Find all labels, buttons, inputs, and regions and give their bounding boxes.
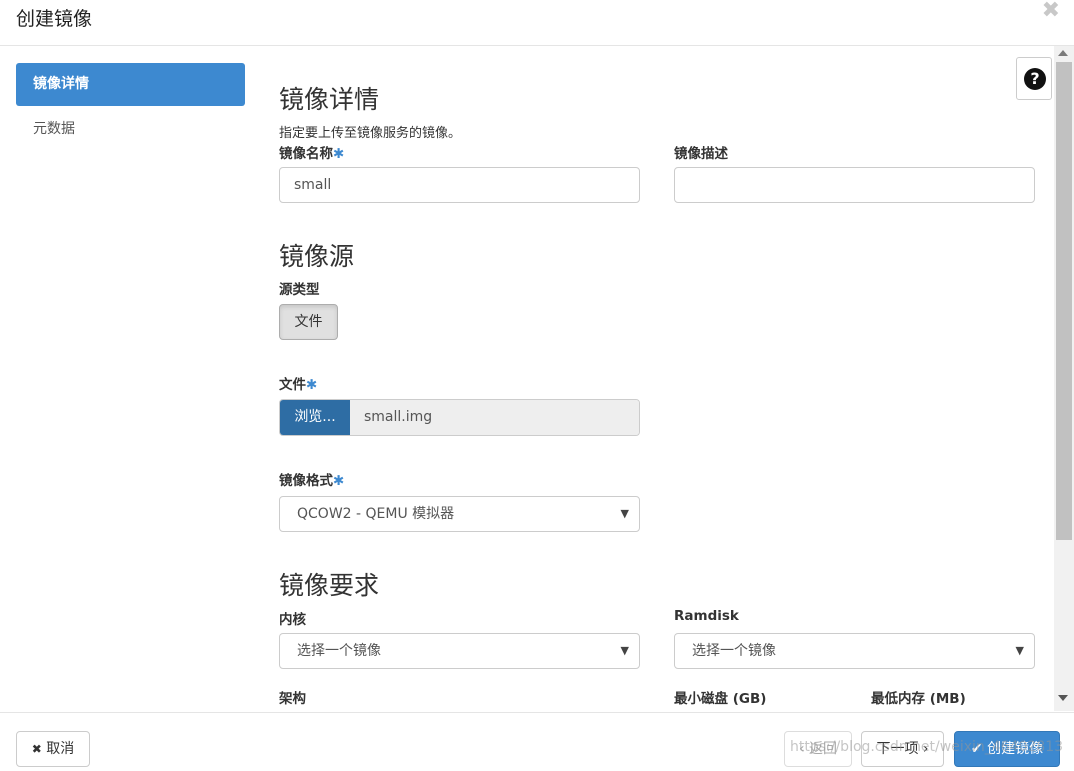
architecture-label: 架构 <box>279 691 306 707</box>
chevron-down-icon: ▼ <box>620 507 629 520</box>
image-format-select[interactable]: QCOW2 - QEMU 模拟器 ▼ <box>279 496 640 532</box>
back-button[interactable]: ‹ 返回 <box>784 731 852 767</box>
required-marker: ✱ <box>333 473 345 489</box>
check-icon: ✔ <box>970 741 983 757</box>
cancel-button[interactable]: ✖ 取消 <box>16 731 90 767</box>
image-format-label-text: 镜像格式 <box>279 473 333 489</box>
scroll-down-icon[interactable] <box>1058 695 1068 701</box>
section-title-details: 镜像详情 <box>279 85 380 114</box>
create-image-button[interactable]: ✔ 创建镜像 <box>954 731 1060 767</box>
image-desc-label: 镜像描述 <box>674 146 728 162</box>
image-name-label-text: 镜像名称 <box>279 146 333 162</box>
kernel-select[interactable]: 选择一个镜像 ▼ <box>279 633 640 669</box>
details-help-text: 指定要上传至镜像服务的镜像。 <box>279 126 462 141</box>
chevron-down-icon: ▼ <box>620 644 629 657</box>
file-name-field[interactable]: small.img <box>350 400 639 435</box>
min-ram-label: 最低内存 (MB) <box>871 691 966 707</box>
nav-item-metadata[interactable]: 元数据 <box>16 108 245 151</box>
kernel-label: 内核 <box>279 612 306 628</box>
chevron-down-icon: ▼ <box>1015 644 1024 657</box>
min-disk-label: 最小磁盘 (GB) <box>674 691 767 707</box>
ramdisk-value: 选择一个镜像 <box>692 643 776 659</box>
kernel-value: 选择一个镜像 <box>297 643 381 659</box>
close-icon[interactable]: ✖ <box>1042 0 1060 22</box>
source-type-label: 源类型 <box>279 282 320 298</box>
close-icon: ✖ <box>31 742 42 756</box>
image-format-value: QCOW2 - QEMU 模拟器 <box>297 506 455 522</box>
file-label: 文件✱ <box>279 373 317 393</box>
modal-header: 创建镜像 ✖ <box>0 0 1074 46</box>
modal-footer: ✖ 取消 ‹ 返回 下一项 › ✔ 创建镜像 <box>0 712 1074 771</box>
nav-item-image-details[interactable]: 镜像详情 <box>16 63 245 106</box>
cancel-label: 取消 <box>46 741 75 757</box>
scrollbar-thumb[interactable] <box>1056 62 1072 540</box>
image-name-label: 镜像名称✱ <box>279 142 344 162</box>
file-input-group: 浏览... small.img <box>279 399 640 436</box>
required-marker: ✱ <box>306 377 318 393</box>
create-image-label: 创建镜像 <box>987 741 1044 757</box>
image-format-label: 镜像格式✱ <box>279 469 344 489</box>
section-title-requirements: 镜像要求 <box>279 571 380 600</box>
scroll-up-icon[interactable] <box>1058 50 1068 56</box>
section-title-source: 镜像源 <box>279 242 355 271</box>
modal-title: 创建镜像 <box>16 8 93 30</box>
ramdisk-label: Ramdisk <box>674 608 739 624</box>
browse-button[interactable]: 浏览... <box>280 400 350 435</box>
required-marker: ✱ <box>333 146 345 162</box>
image-desc-input[interactable] <box>674 167 1035 203</box>
help-button[interactable]: ? <box>1016 57 1052 100</box>
file-label-text: 文件 <box>279 377 306 393</box>
source-type-file-button[interactable]: 文件 <box>279 304 338 340</box>
question-icon: ? <box>1024 68 1046 90</box>
image-name-input[interactable]: small <box>279 167 640 203</box>
next-button[interactable]: 下一项 › <box>861 731 944 767</box>
ramdisk-select[interactable]: 选择一个镜像 ▼ <box>674 633 1035 669</box>
